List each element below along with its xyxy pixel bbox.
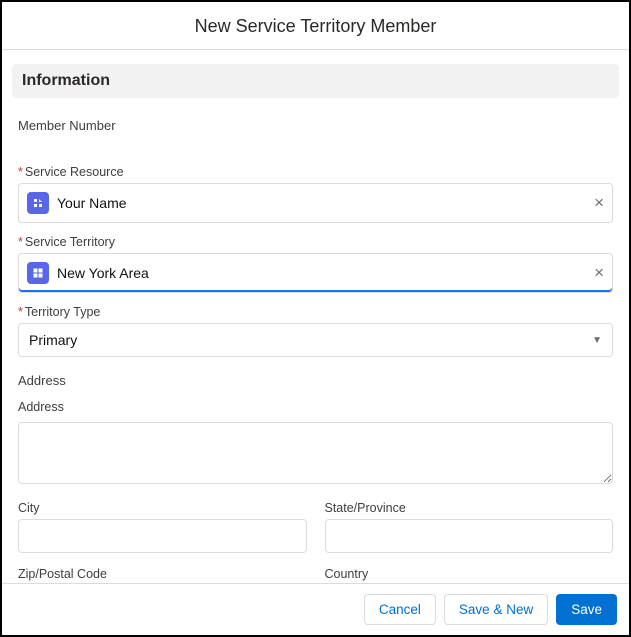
service-territory-lookup[interactable]: New York Area × — [18, 253, 613, 293]
required-indicator: * — [18, 305, 23, 319]
service-resource-lookup[interactable]: Your Name × — [18, 183, 613, 223]
cancel-button[interactable]: Cancel — [364, 594, 436, 625]
service-resource-label: *Service Resource — [18, 165, 613, 179]
service-resource-value: Your Name — [57, 195, 586, 211]
city-input[interactable] — [18, 519, 307, 553]
row-city-state: City State/Province — [18, 501, 613, 553]
form: Member Number *Service Resource Your Nam… — [12, 98, 619, 583]
city-label: City — [18, 501, 307, 515]
new-service-territory-member-modal: New Service Territory Member Information… — [0, 0, 631, 637]
clear-service-resource-icon[interactable]: × — [594, 193, 604, 213]
field-territory-type: *Territory Type Primary ▼ — [18, 305, 613, 357]
service-territory-value: New York Area — [57, 265, 586, 281]
country-label: Country — [325, 567, 614, 581]
address-textarea[interactable] — [18, 422, 613, 484]
address-heading: Address — [18, 373, 613, 388]
save-and-new-button[interactable]: Save & New — [444, 594, 548, 625]
save-button[interactable]: Save — [556, 594, 617, 625]
service-territory-label: *Service Territory — [18, 235, 613, 249]
territory-type-select[interactable]: Primary ▼ — [18, 323, 613, 357]
field-zip: Zip/Postal Code — [18, 567, 307, 583]
section-title: Information — [22, 72, 609, 90]
resource-icon — [27, 192, 49, 214]
field-country: Country — [325, 567, 614, 583]
territory-type-label: *Territory Type — [18, 305, 613, 319]
territory-icon — [27, 262, 49, 284]
address-label: Address — [18, 400, 613, 414]
section-header-information: Information — [12, 64, 619, 98]
modal-title: New Service Territory Member — [2, 16, 629, 37]
modal-body: Information Member Number *Service Resou… — [2, 50, 629, 583]
field-service-territory: *Service Territory New York Area × — [18, 235, 613, 293]
field-city: City — [18, 501, 307, 553]
chevron-down-icon: ▼ — [592, 335, 602, 346]
state-input[interactable] — [325, 519, 614, 553]
member-number-label: Member Number — [18, 118, 613, 133]
required-indicator: * — [18, 165, 23, 179]
clear-service-territory-icon[interactable]: × — [594, 263, 604, 283]
field-state: State/Province — [325, 501, 614, 553]
field-service-resource: *Service Resource Your Name × — [18, 165, 613, 223]
modal-footer: Cancel Save & New Save — [2, 583, 629, 635]
modal-header: New Service Territory Member — [2, 2, 629, 50]
territory-type-value: Primary — [29, 332, 77, 348]
row-zip-country: Zip/Postal Code Country — [18, 567, 613, 583]
field-address: Address — [18, 400, 613, 487]
zip-label: Zip/Postal Code — [18, 567, 307, 581]
required-indicator: * — [18, 235, 23, 249]
state-label: State/Province — [325, 501, 614, 515]
